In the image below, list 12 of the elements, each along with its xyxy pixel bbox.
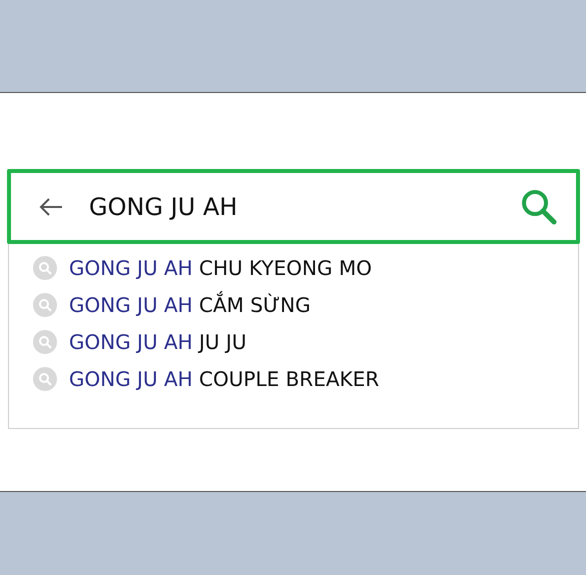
suggestion-item[interactable]: GONG JU AH COUPLE BREAKER — [69, 367, 380, 391]
suggestion-item[interactable]: GONG JU AH CHU KYEONG MO — [69, 256, 372, 280]
search-field[interactable]: GONG JU AH — [7, 169, 580, 244]
search-icon — [33, 293, 57, 317]
back-arrow-icon[interactable] — [39, 198, 63, 216]
suggestion-item[interactable]: GONG JU AH JU JU — [69, 330, 246, 354]
search-icon — [33, 256, 57, 280]
search-icon — [33, 367, 57, 391]
search-input[interactable]: GONG JU AH — [89, 192, 494, 220]
search-icon[interactable] — [520, 188, 558, 226]
search-icon — [33, 330, 57, 354]
suggestion-item[interactable]: GONG JU AH CẮM SỪNG — [69, 293, 311, 317]
